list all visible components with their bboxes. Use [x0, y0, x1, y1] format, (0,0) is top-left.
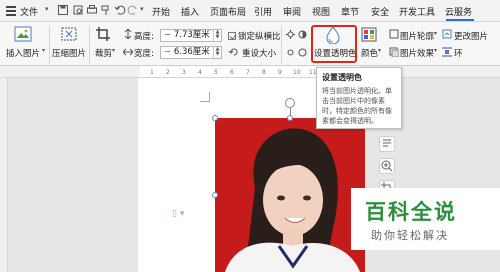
vertical-ruler	[0, 78, 8, 272]
compress-picture-icon	[61, 27, 77, 41]
brightness-up-icon[interactable]	[286, 30, 295, 39]
brightness-down-icon[interactable]	[286, 48, 295, 57]
format-painter-icon[interactable]	[100, 4, 112, 16]
height-input[interactable]: − 7.73厘米 ▲ ▼	[160, 29, 222, 42]
color-icon	[361, 27, 377, 42]
menu-review[interactable]: 审阅	[283, 5, 301, 18]
set-transparent-tooltip: 设置透明色 将当前图片透明化。单击当前图片中的像素时，特定颜色的所有像素都会变得…	[316, 67, 402, 129]
menu-bar: 文件 ▾ ▾ 开始 插入 页面布局 引用 审阅 视图 章节 安全 开发工具 云服…	[0, 0, 500, 22]
selected-photo[interactable]	[215, 118, 365, 272]
width-label: 宽度:	[134, 49, 154, 59]
menu-page-layout[interactable]: 页面布局	[210, 5, 246, 18]
ruler-mark: 2	[166, 69, 170, 76]
height-value: 7.73厘米	[173, 30, 210, 40]
separator	[89, 26, 90, 64]
paragraph-anchor-icon: ▯ ▾	[172, 209, 185, 219]
ruler-mark: 4	[198, 69, 202, 76]
ruler-mark: 3	[182, 69, 186, 76]
wrap-text-icon	[442, 47, 452, 57]
change-picture-icon	[442, 29, 452, 39]
set-transparent-highlight	[311, 25, 357, 63]
picture-outline-chevron-icon[interactable]: ▾	[434, 30, 437, 37]
resize-handle-left[interactable]	[212, 192, 218, 198]
print-preview-icon[interactable]	[72, 4, 84, 16]
wrap-text-button[interactable]: 环	[454, 47, 463, 59]
width-minus-icon[interactable]: −	[164, 47, 174, 57]
resize-handle-top-left[interactable]	[212, 115, 218, 121]
width-value: 6.36厘米	[173, 47, 210, 57]
change-picture-button[interactable]: 更改图片	[454, 30, 488, 42]
menu-security[interactable]: 安全	[371, 5, 389, 18]
checkbox-checked-icon[interactable]	[228, 32, 236, 40]
height-minus-icon[interactable]: −	[164, 30, 174, 40]
menu-home[interactable]: 开始	[152, 5, 170, 18]
redo-icon[interactable]	[127, 4, 139, 16]
ruler-mark: 8	[262, 69, 266, 76]
reset-size-icon	[229, 48, 238, 56]
crop-button[interactable]: 裁剪	[95, 47, 112, 59]
rotate-handle-icon[interactable]	[285, 98, 295, 108]
lock-ratio-label: 锁定纵横比	[238, 32, 281, 42]
menu-insert[interactable]: 插入	[181, 5, 199, 18]
menu-section[interactable]: 章节	[341, 5, 359, 18]
tooltip-description: 将当前图片透明化。单击当前图片中的像素时，特定颜色的所有像素都会变得透明。	[322, 87, 392, 125]
tooltip-title: 设置透明色	[322, 73, 362, 82]
picture-tools-ribbon: 插入图片 ▾ 压缩图片 裁剪 ▾ 高度: − 7.73厘米 ▲ ▼ 宽度: − 6.…	[0, 22, 500, 66]
height-stepper[interactable]: ▲ ▼	[213, 30, 221, 41]
active-tab-underline	[446, 19, 474, 21]
separator	[49, 26, 50, 64]
portrait-image	[225, 128, 360, 272]
picture-effect-button[interactable]: 图片效果	[400, 47, 434, 59]
picture-outline-button[interactable]: 图片轮廓	[400, 30, 434, 42]
quick-access-chevron-icon[interactable]: ▾	[140, 5, 144, 13]
lock-ratio-checkbox[interactable]: 锁定纵横比	[228, 30, 281, 42]
menu-references[interactable]: 引用	[254, 5, 272, 18]
menu-developer[interactable]: 开发工具	[399, 5, 435, 18]
page-corner-mark	[200, 92, 210, 102]
ruler-mark: 1	[150, 69, 154, 76]
insert-picture-chevron-icon[interactable]: ▾	[42, 47, 45, 54]
contrast-up-icon[interactable]	[298, 30, 307, 39]
menu-icon[interactable]	[6, 6, 16, 16]
width-input[interactable]: − 6.36厘米 ▲ ▼	[160, 46, 222, 59]
save-icon[interactable]	[57, 4, 69, 16]
ruler-mark: 9	[278, 69, 282, 76]
ruler-mark: 5	[214, 69, 218, 76]
crop-chevron-icon[interactable]: ▾	[112, 47, 115, 54]
crop-icon	[96, 27, 110, 41]
insert-picture-icon	[14, 26, 32, 42]
rotate-handle-line	[289, 108, 291, 116]
width-stepper[interactable]: ▲ ▼	[213, 47, 221, 58]
ruler-mark: 10	[293, 69, 301, 76]
color-button[interactable]: 颜色	[361, 47, 378, 59]
picture-effect-chevron-icon[interactable]: ▾	[434, 47, 437, 54]
reset-size-button[interactable]: 重设大小	[242, 47, 276, 59]
chevron-down-icon[interactable]: ▾	[45, 5, 49, 13]
menu-cloud[interactable]: 云服务	[445, 5, 472, 18]
picture-outline-icon	[389, 29, 399, 39]
watermark-title: 百科全说	[365, 200, 457, 224]
zoom-in-icon[interactable]	[379, 158, 395, 174]
watermark-subtitle: 助你轻松解决	[371, 229, 449, 242]
print-icon[interactable]	[86, 4, 98, 16]
file-menu[interactable]: 文件	[20, 5, 38, 18]
ruler-mark: 7	[246, 69, 250, 76]
compress-picture-button[interactable]: 压缩图片	[52, 47, 86, 59]
height-label: 高度:	[134, 32, 154, 42]
layout-options-icon[interactable]	[379, 136, 395, 152]
color-chevron-icon[interactable]: ▾	[378, 47, 381, 54]
horizontal-ruler: 1 2 3 4 5 6 7 8 9 10 11 12 13	[0, 66, 500, 78]
insert-picture-button[interactable]: 插入图片	[6, 47, 40, 59]
width-icon	[123, 48, 133, 56]
contrast-down-icon[interactable]	[298, 48, 307, 57]
ruler-mark: 6	[230, 69, 234, 76]
picture-effect-icon	[389, 47, 399, 57]
menu-view[interactable]: 视图	[312, 5, 330, 18]
separator	[281, 26, 282, 64]
height-icon	[124, 29, 132, 39]
undo-icon[interactable]	[114, 4, 126, 16]
